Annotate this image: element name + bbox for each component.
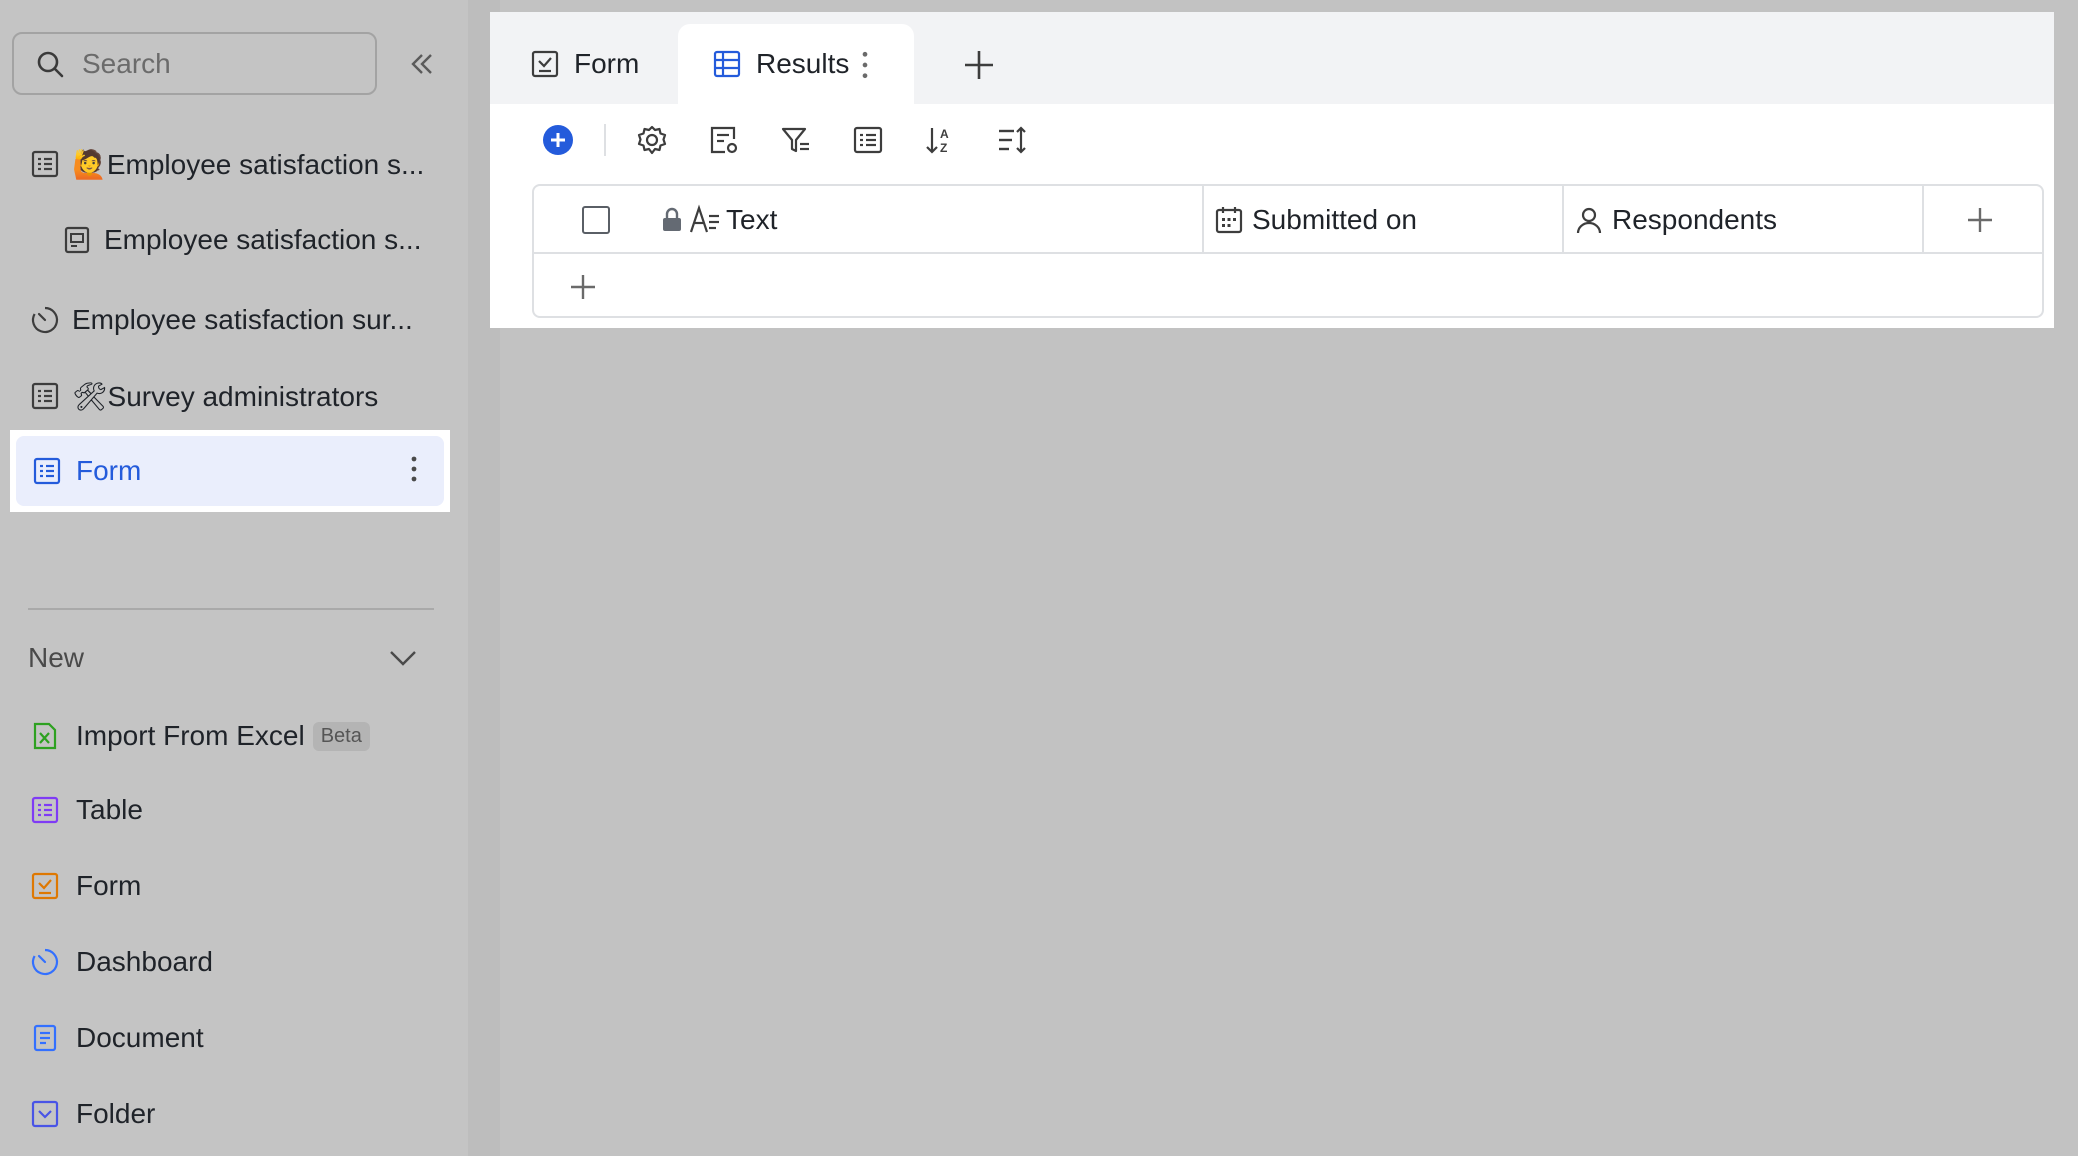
sidebar: Search 🙋Employee satisfaction s... Emplo… <box>0 0 468 1156</box>
sidebar-active-highlight: Form <box>10 430 450 512</box>
new-item-label: Dashboard <box>76 946 213 977</box>
form-icon <box>30 871 60 901</box>
excel-icon <box>30 721 60 751</box>
table-icon <box>30 149 60 179</box>
svg-text:A: A <box>940 127 949 141</box>
tab-form[interactable]: Form <box>530 24 639 104</box>
plus-icon <box>571 275 595 299</box>
double-chevron-left-icon <box>411 54 432 74</box>
new-item-label: Folder <box>76 1098 156 1129</box>
form-doc-icon <box>62 225 92 255</box>
select-all-checkbox[interactable] <box>582 206 610 234</box>
sidebar-item-label: Employee satisfaction sur... <box>72 304 413 335</box>
new-table[interactable]: Table <box>0 772 440 848</box>
document-icon <box>30 1023 60 1053</box>
search-icon <box>37 51 64 77</box>
filter-button[interactable] <box>778 122 814 158</box>
field-config-button[interactable] <box>706 122 742 158</box>
group-button[interactable] <box>850 122 886 158</box>
new-dashboard[interactable]: Dashboard <box>0 924 440 1000</box>
sidebar-item-label: Form <box>76 455 142 486</box>
plus-icon <box>965 51 993 79</box>
add-column-button[interactable] <box>1960 186 2000 254</box>
tab-more-icon[interactable] <box>850 50 880 87</box>
sort-icon: AZ <box>926 127 949 155</box>
new-form[interactable]: Form <box>0 848 440 924</box>
svg-text:Z: Z <box>940 141 947 155</box>
chevron-down-icon <box>390 651 416 666</box>
dashboard-icon <box>30 947 60 977</box>
new-item-label: Document <box>76 1022 204 1053</box>
form-check-icon <box>531 50 559 78</box>
table-icon <box>30 381 60 411</box>
sidebar-item-survey-administrators[interactable]: 🛠Survey administrators <box>0 358 440 434</box>
dashboard-icon <box>30 305 60 335</box>
lock-icon <box>663 207 681 231</box>
beta-badge: Beta <box>312 721 370 751</box>
add-row-button[interactable] <box>568 272 598 302</box>
sidebar-item-label: 🛠Survey administrators <box>72 380 379 412</box>
column-header-respondents[interactable]: Respondents <box>1574 186 1777 254</box>
add-record-button[interactable] <box>540 122 576 158</box>
calendar-icon <box>1215 207 1243 234</box>
new-item-label: Form <box>76 870 142 901</box>
sidebar-item-label: Employee satisfaction s... <box>104 224 422 255</box>
tab-results[interactable]: Results <box>678 24 914 104</box>
person-icon <box>1576 207 1602 234</box>
sidebar-divider <box>28 608 434 610</box>
tab-label: Results <box>756 48 850 79</box>
toolbar-separator <box>604 124 606 156</box>
new-item-label: Table <box>76 794 143 825</box>
folder-icon <box>30 1099 60 1129</box>
more-options-icon[interactable] <box>410 454 418 491</box>
table-icon <box>32 456 62 486</box>
search-placeholder: Search <box>82 47 171 79</box>
settings-button[interactable] <box>634 122 670 158</box>
view-toolbar: AZ <box>490 104 2054 176</box>
table-icon <box>30 795 60 825</box>
settings-icon <box>637 125 667 155</box>
main-panel: Form Results AZ Text Submitted on Respon… <box>490 12 2054 328</box>
column-label: Respondents <box>1612 204 1778 235</box>
column-header-submitted-on[interactable]: Submitted on <box>1214 186 1417 254</box>
add-view-button[interactable] <box>960 46 998 84</box>
group-icon <box>853 126 883 154</box>
column-separator[interactable] <box>1202 186 1204 254</box>
collapse-sidebar-button[interactable] <box>404 46 440 82</box>
new-item-label: Import From Excel <box>76 720 305 751</box>
column-header-text[interactable]: Text <box>660 186 777 254</box>
sidebar-item-form[interactable]: Form <box>16 436 444 506</box>
sidebar-item-employee-satisfaction-table[interactable]: 🙋Employee satisfaction s... <box>0 126 440 202</box>
new-import-from-excel[interactable]: Import From Excel Beta <box>0 698 440 774</box>
filter-icon <box>781 127 809 153</box>
new-section-label: New <box>28 642 85 673</box>
results-grid: Text Submitted on Respondents <box>532 184 2044 318</box>
grid-header-row: Text Submitted on Respondents <box>534 186 2042 254</box>
text-field-icon <box>689 204 719 233</box>
sidebar-item-label: 🙋Employee satisfaction s... <box>72 148 425 180</box>
view-tabbar: Form Results <box>490 12 2054 104</box>
field-config-icon <box>710 126 738 154</box>
column-separator[interactable] <box>1922 186 1924 254</box>
column-label: Text <box>726 204 778 235</box>
new-folder[interactable]: Folder <box>0 1076 440 1152</box>
row-height-button[interactable] <box>994 122 1030 158</box>
sidebar-item-employee-satisfaction-form[interactable]: Employee satisfaction s... <box>0 202 440 278</box>
tab-label: Form <box>574 48 640 79</box>
search-input[interactable]: Search <box>12 32 377 95</box>
grid-table-icon <box>713 50 741 78</box>
plus-icon <box>1968 208 1992 232</box>
new-section-header[interactable]: New <box>28 636 418 680</box>
add-record-icon <box>543 125 573 155</box>
new-document[interactable]: Document <box>0 1000 440 1076</box>
column-label: Submitted on <box>1252 204 1417 235</box>
sidebar-item-employee-satisfaction-dashboard[interactable]: Employee satisfaction sur... <box>0 282 440 358</box>
column-separator[interactable] <box>1562 186 1564 254</box>
sort-button[interactable]: AZ <box>922 122 958 158</box>
row-height-icon <box>999 126 1026 154</box>
